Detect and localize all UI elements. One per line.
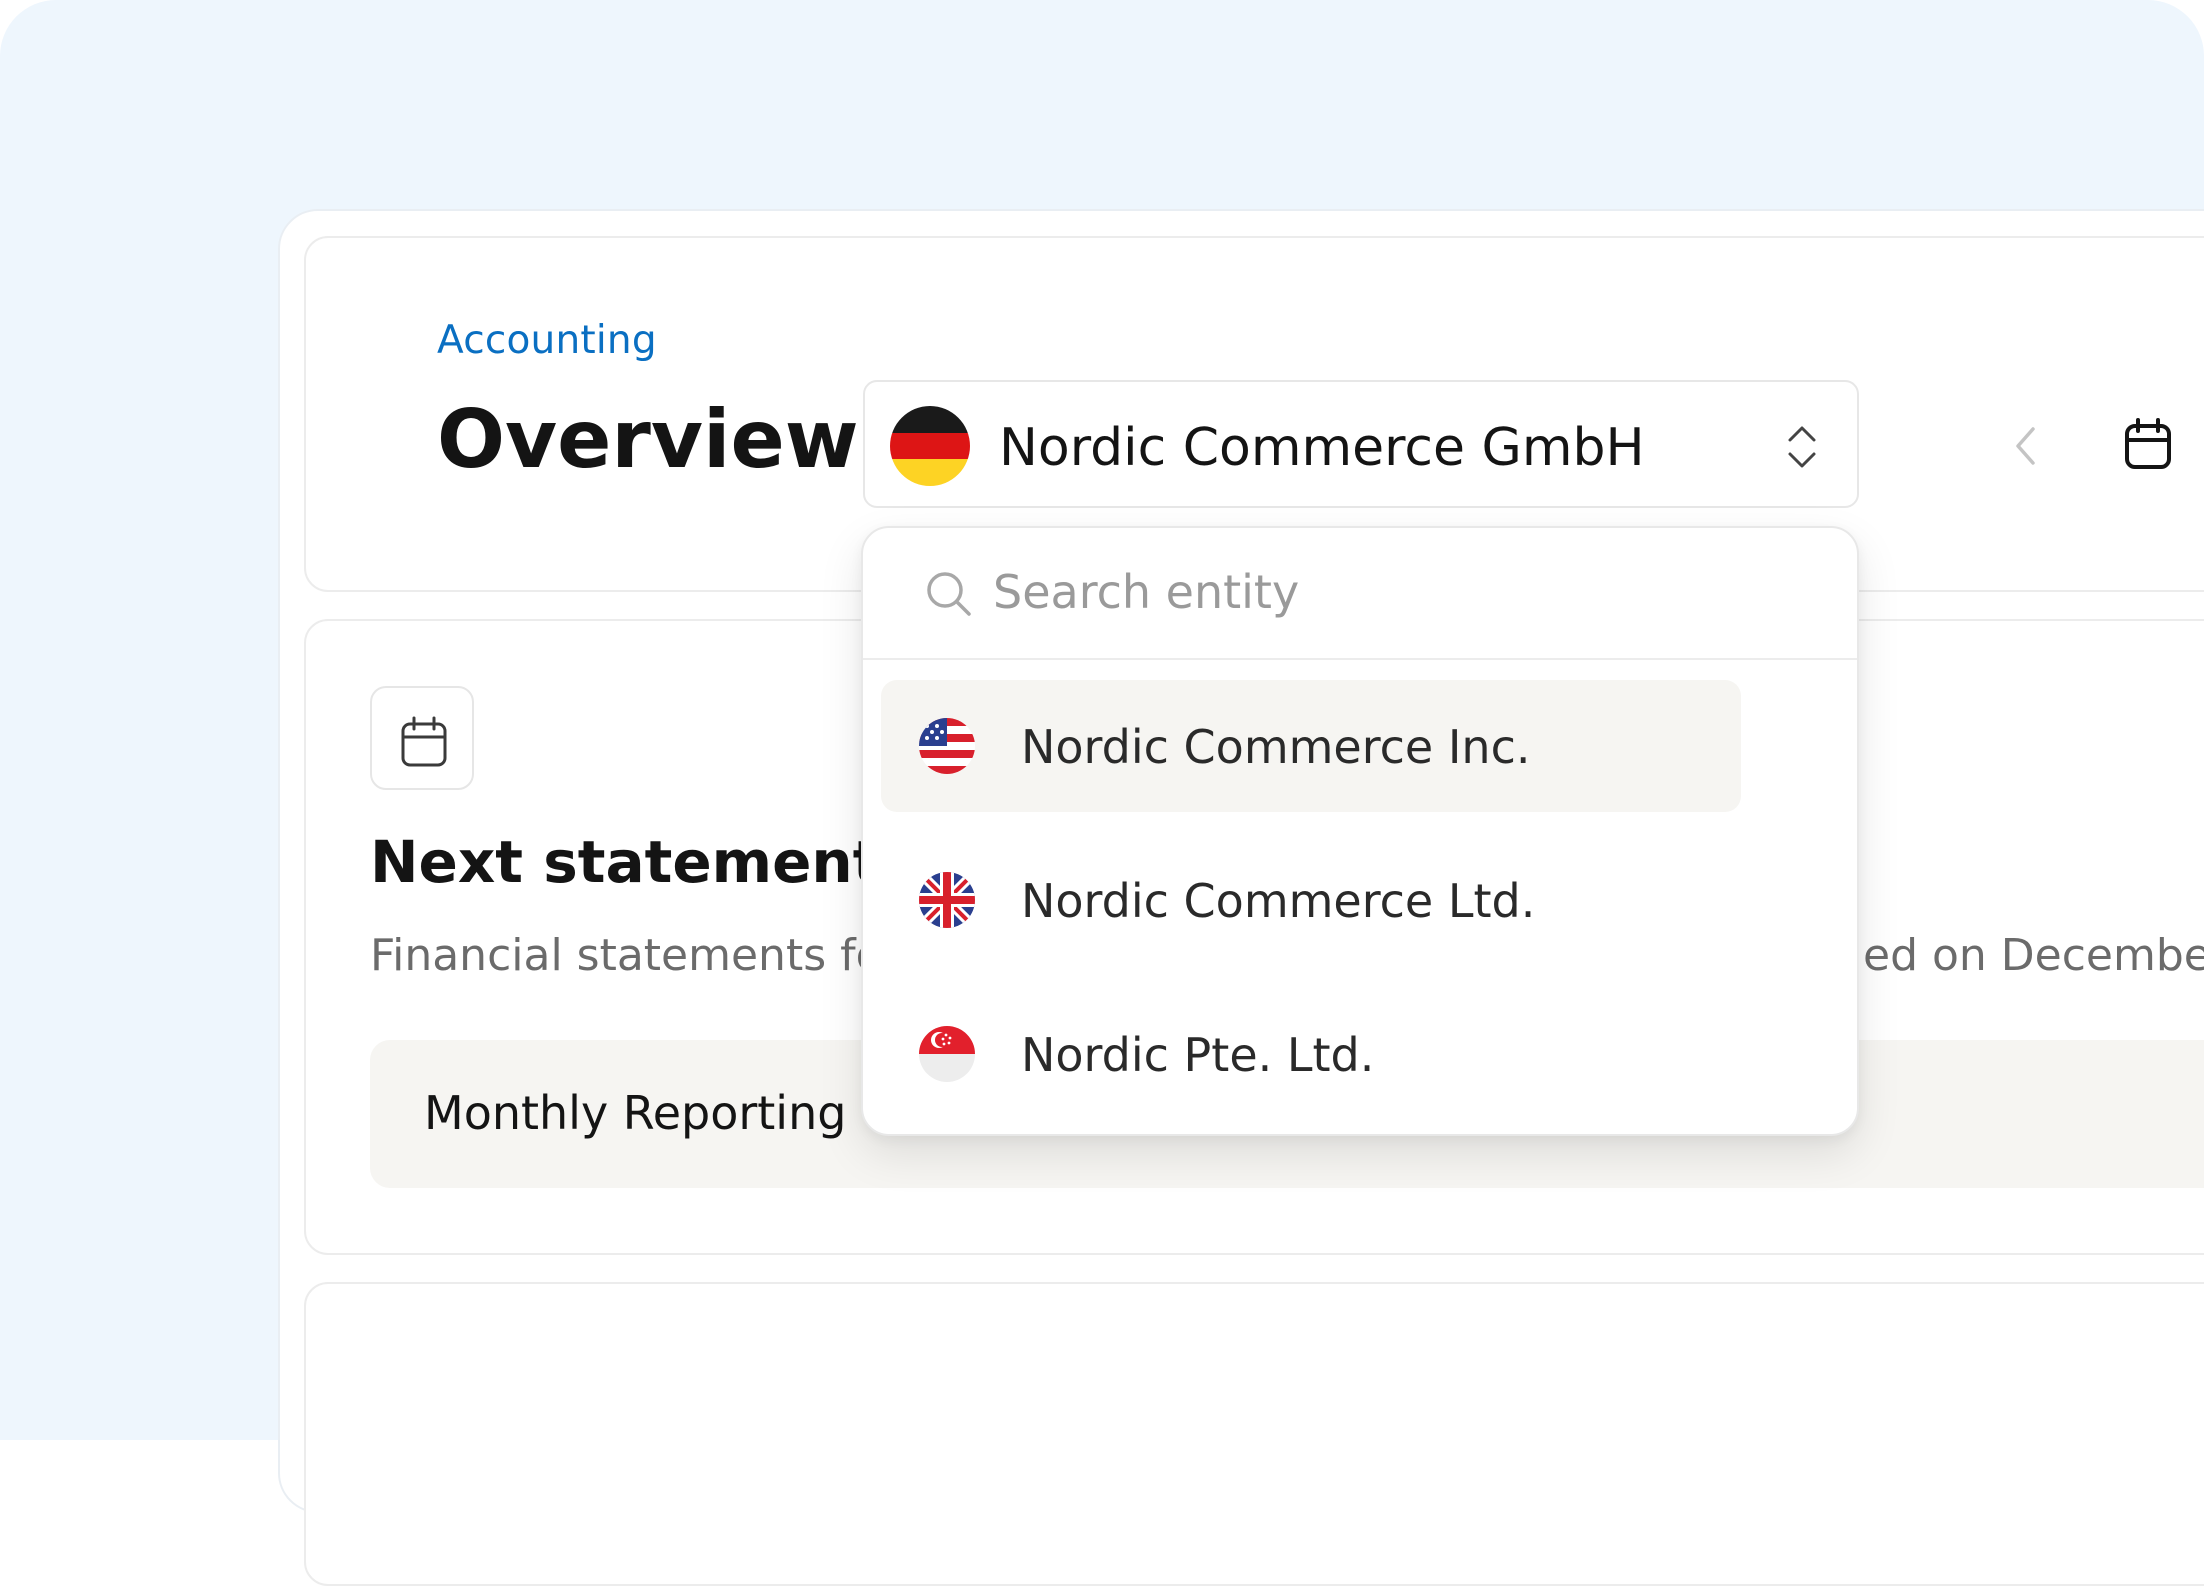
singapore-flag-icon (919, 1026, 975, 1082)
search-icon (927, 572, 971, 616)
page-title: Overview (437, 393, 859, 486)
entity-option-nordic-commerce-inc[interactable]: Nordic Commerce Inc. (881, 680, 1741, 812)
monthly-reporting-label: Monthly Reporting (424, 1086, 847, 1140)
entity-option-label: Nordic Commerce Ltd. (1021, 874, 1536, 928)
entity-select-label: Nordic Commerce GmbH (999, 418, 1645, 478)
chevron-left-icon[interactable] (2013, 425, 2039, 467)
bottom-card (304, 1282, 2204, 1586)
chevron-up-down-icon (1788, 426, 1816, 468)
germany-flag-icon (890, 406, 970, 486)
usa-flag-icon (919, 718, 975, 774)
statement-subtitle: Financial statements fo (370, 930, 883, 981)
entity-option-label: Nordic Commerce Inc. (1021, 720, 1531, 774)
calendar-icon (401, 716, 447, 767)
entity-option-nordic-commerce-ltd[interactable]: Nordic Commerce Ltd. (881, 834, 1741, 966)
breadcrumb[interactable]: Accounting (437, 318, 657, 363)
uk-flag-icon (919, 872, 975, 928)
entity-option-label: Nordic Pte. Ltd. (1021, 1028, 1375, 1082)
entity-option-nordic-pte-ltd[interactable]: Nordic Pte. Ltd. (881, 988, 1741, 1120)
entity-dropdown: Nordic Commerce Inc. Nordic Commerce Ltd… (861, 526, 1859, 1136)
calendar-icon[interactable] (2124, 418, 2172, 470)
statement-subtitle-end: ed on December (1863, 930, 2204, 981)
statement-icon-box (370, 686, 474, 790)
search-entity-input[interactable] (993, 562, 1793, 622)
search-row (863, 528, 1857, 660)
entity-select[interactable]: Nordic Commerce GmbH (863, 380, 1859, 508)
